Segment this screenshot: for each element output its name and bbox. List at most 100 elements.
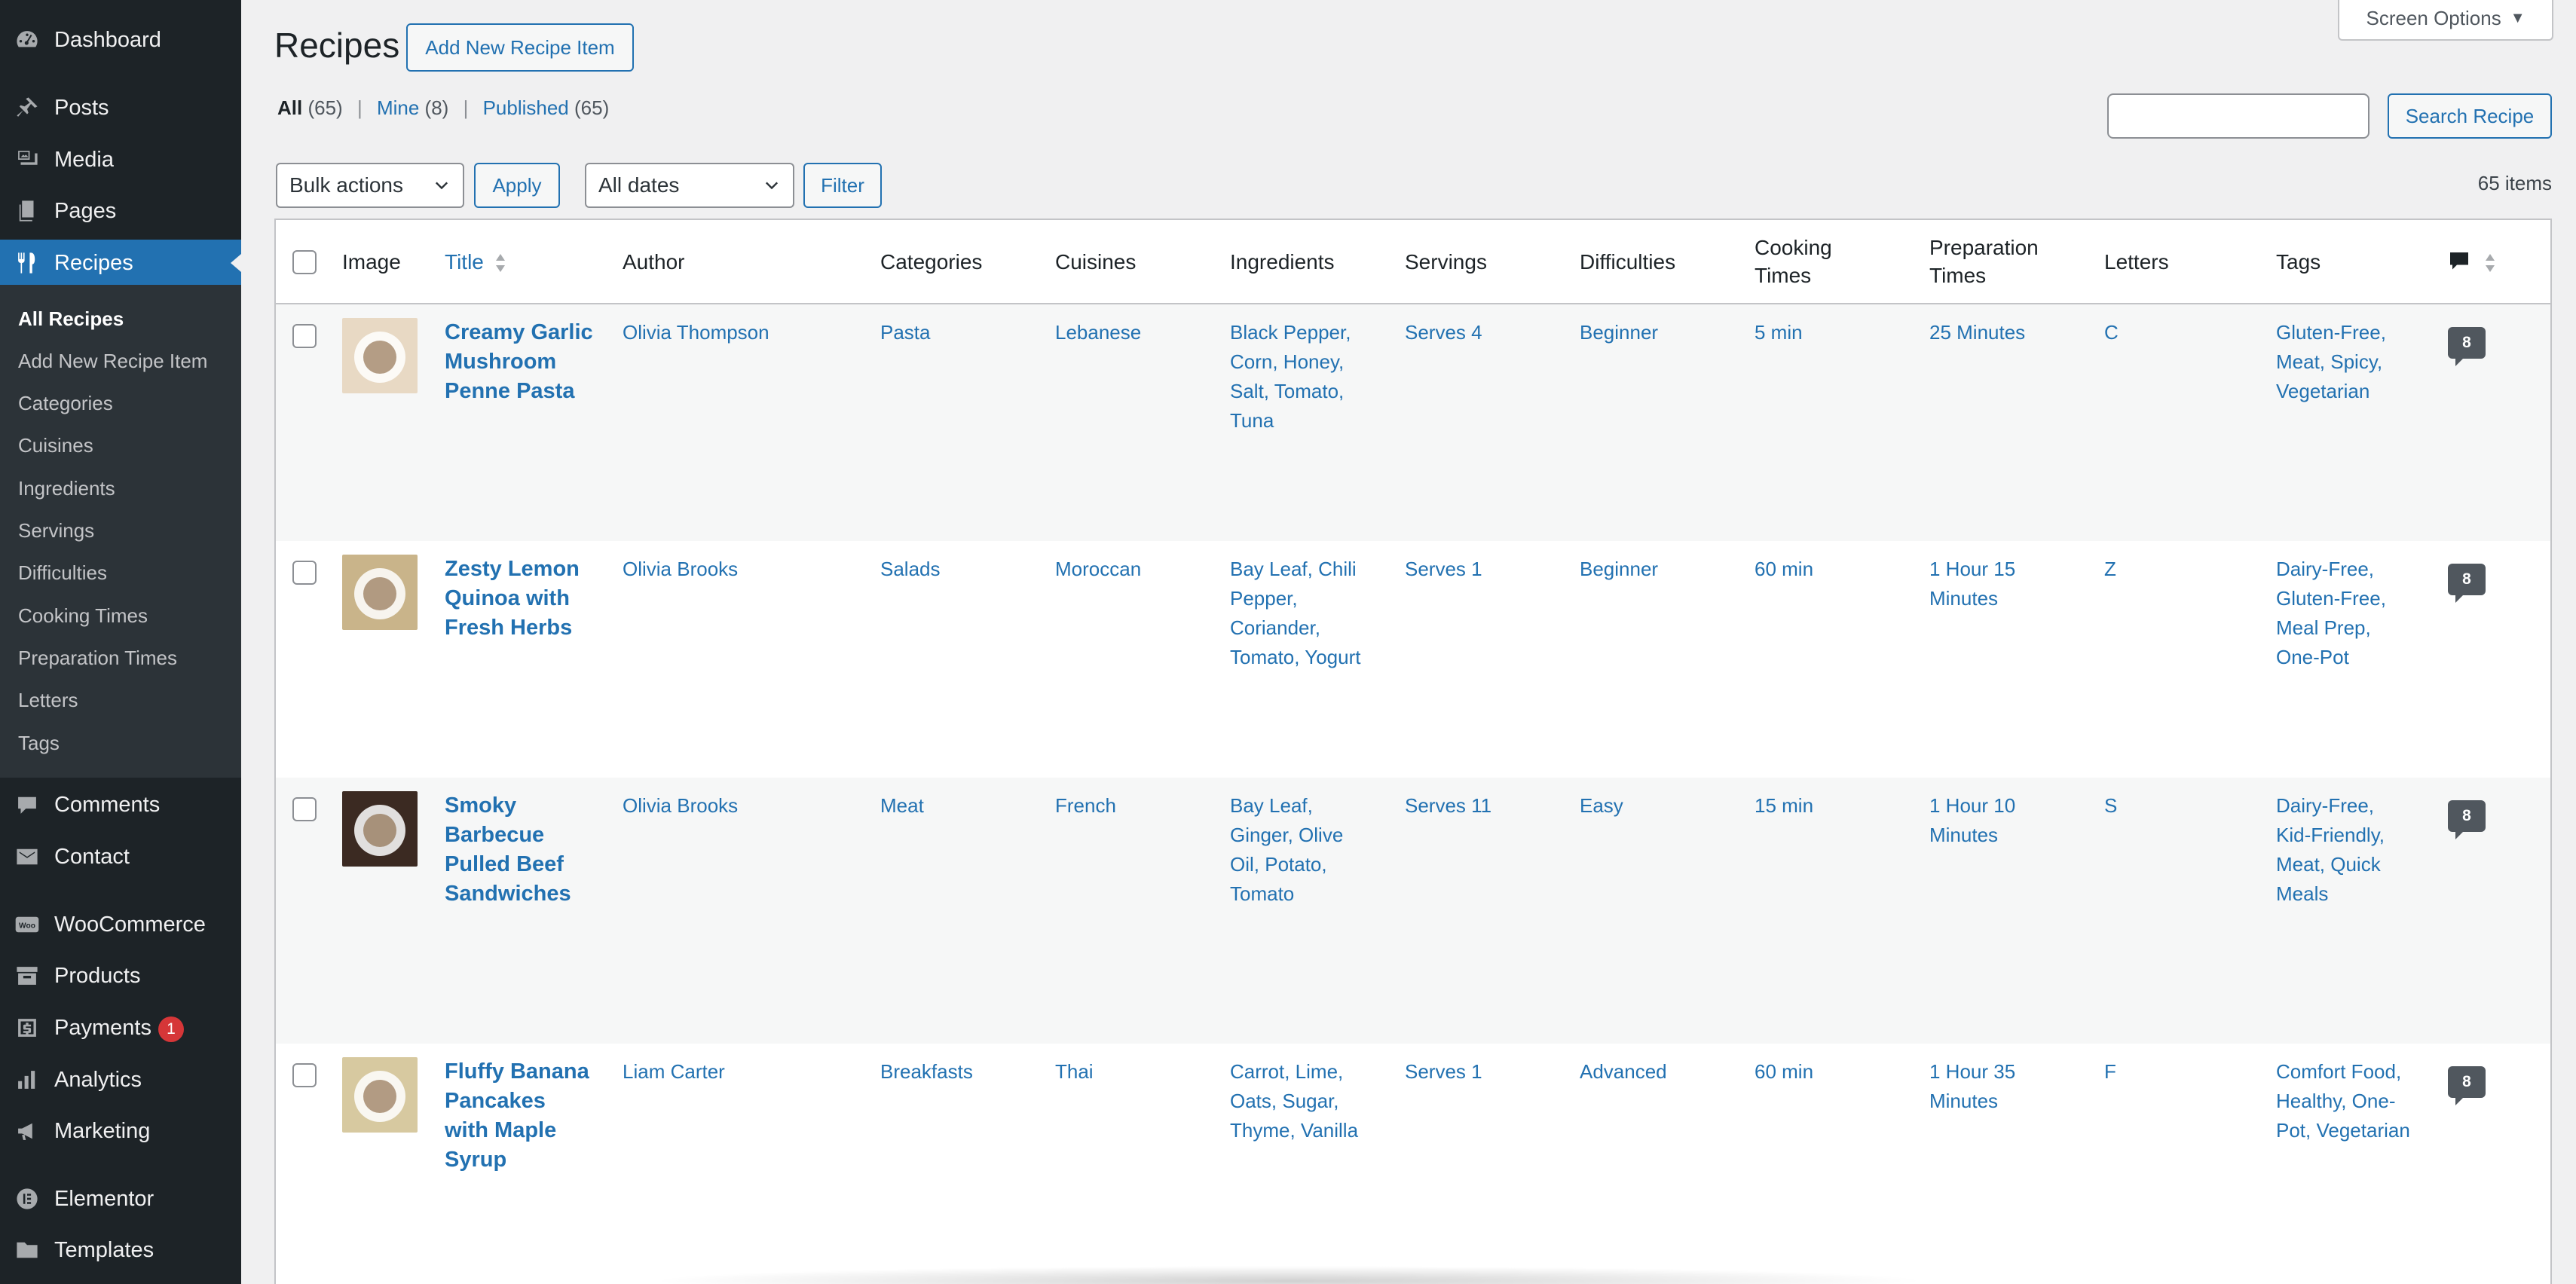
menu-contact[interactable]: Contact <box>0 833 241 880</box>
recipe-title-link-line[interactable]: Smoky <box>445 791 603 821</box>
ingredients-list-line[interactable]: Salt, Tomato, <box>1230 377 1397 406</box>
tags-list[interactable]: Dairy-Free, Kid-Friendly, Meat, Quick Meals <box>2276 791 2434 909</box>
row-checkbox[interactable] <box>292 797 317 821</box>
cooking-time-link[interactable]: 60 min <box>1755 555 1920 584</box>
cuisine-link[interactable]: Thai <box>1055 1057 1221 1087</box>
difficulty-link[interactable]: Advanced <box>1580 1057 1745 1087</box>
author-link[interactable]: Olivia Brooks <box>623 555 864 584</box>
submenu-cooking-times[interactable]: Cooking Times <box>18 604 148 628</box>
view-published-link[interactable]: Published <box>483 96 569 119</box>
add-new-recipe-button[interactable]: Add New Recipe Item <box>406 23 634 72</box>
ingredients-list-line[interactable]: Ginger, Olive <box>1230 821 1397 850</box>
comment-count-badge[interactable]: 8 <box>2448 800 2486 839</box>
submenu-add-new-recipe-item[interactable]: Add New Recipe Item <box>18 350 207 373</box>
servings-link[interactable]: Serves 4 <box>1405 318 1571 347</box>
category-link[interactable]: Breakfasts <box>880 1057 1046 1087</box>
row-checkbox[interactable] <box>292 1063 317 1087</box>
apply-button[interactable]: Apply <box>474 163 560 208</box>
preparation-time-link-line[interactable]: 1 Hour 35 <box>1929 1057 2095 1087</box>
ingredients-list-line[interactable]: Coriander, <box>1230 613 1397 643</box>
tags-list-line[interactable]: Healthy, One- <box>2276 1087 2434 1116</box>
ingredients-list-line[interactable]: Bay Leaf, <box>1230 791 1397 821</box>
screen-options-button[interactable]: Screen Options ▼ <box>2338 0 2553 41</box>
sort-arrows-icon[interactable] <box>494 252 506 274</box>
recipe-title-link[interactable]: Smoky Barbecue Pulled Beef Sandwiches <box>445 791 603 909</box>
tags-list[interactable]: Gluten-Free, Meat, Spicy, Vegetarian <box>2276 318 2434 406</box>
tags-list-line[interactable]: One-Pot <box>2276 643 2434 672</box>
ingredients-list-line[interactable]: Oil, Potato, <box>1230 850 1397 879</box>
category-link[interactable]: Salads <box>880 555 1046 584</box>
tags-list-line[interactable]: Vegetarian <box>2276 377 2434 406</box>
preparation-time-link-line[interactable]: Minutes <box>1929 821 2095 850</box>
recipe-title-link-line[interactable]: Fresh Herbs <box>445 613 603 643</box>
row-checkbox[interactable] <box>292 324 317 348</box>
ingredients-list[interactable]: Carrot, Lime, Oats, Sugar, Thyme, Vanilla <box>1230 1057 1397 1145</box>
preparation-time-link-line[interactable]: 1 Hour 10 <box>1929 791 2095 821</box>
tags-list-line[interactable]: Gluten-Free, <box>2276 584 2434 613</box>
cooking-time-link[interactable]: 5 min <box>1755 318 1920 347</box>
submenu-categories[interactable]: Categories <box>18 392 113 415</box>
tags-list-line[interactable]: Meals <box>2276 879 2434 909</box>
menu-woocommerce[interactable]: Woo WooCommerce <box>0 901 241 948</box>
recipe-title-link[interactable]: Zesty Lemon Quinoa with Fresh Herbs <box>445 555 603 643</box>
tags-list-line[interactable]: Dairy-Free, <box>2276 555 2434 584</box>
cooking-time-link[interactable]: 15 min <box>1755 791 1920 821</box>
recipe-title-link-line[interactable]: Barbecue <box>445 821 603 850</box>
ingredients-list[interactable]: Bay Leaf, Chili Pepper, Coriander, Tomato, … <box>1230 555 1397 672</box>
bulk-actions-select[interactable]: Bulk actions <box>276 163 464 208</box>
menu-recipes[interactable]: Recipes <box>0 240 241 286</box>
ingredients-list-line[interactable]: Thyme, Vanilla <box>1230 1116 1397 1145</box>
recipe-thumbnail[interactable] <box>342 555 418 630</box>
tags-list-line[interactable]: Meal Prep, <box>2276 613 2434 643</box>
menu-pages[interactable]: Pages <box>0 188 241 234</box>
recipe-title-link-line[interactable]: Penne Pasta <box>445 377 603 406</box>
recipe-title-link-line[interactable]: with Maple <box>445 1116 603 1145</box>
sort-arrows-icon[interactable] <box>2484 252 2496 274</box>
letter-link[interactable]: F <box>2104 1057 2255 1087</box>
menu-posts[interactable]: Posts <box>0 84 241 131</box>
submenu-cuisines[interactable]: Cuisines <box>18 434 93 457</box>
cooking-time-link[interactable]: 60 min <box>1755 1057 1920 1087</box>
category-link[interactable]: Meat <box>880 791 1046 821</box>
servings-link[interactable]: Serves 1 <box>1405 1057 1571 1087</box>
servings-link[interactable]: Serves 11 <box>1405 791 1571 821</box>
menu-analytics[interactable]: Analytics <box>0 1056 241 1103</box>
ingredients-list-line[interactable]: Tomato <box>1230 879 1397 909</box>
preparation-time-link-line[interactable]: Minutes <box>1929 584 2095 613</box>
comment-count-badge[interactable]: 8 <box>2448 564 2486 603</box>
cuisine-link[interactable]: Moroccan <box>1055 555 1221 584</box>
submenu-ingredients[interactable]: Ingredients <box>18 477 115 500</box>
preparation-time-link-line[interactable]: 25 Minutes <box>1929 318 2095 347</box>
comment-count-badge[interactable]: 8 <box>2448 327 2486 366</box>
ingredients-list[interactable]: Bay Leaf, Ginger, Olive Oil, Potato, Tomato <box>1230 791 1397 909</box>
tags-list-line[interactable]: Meat, Quick <box>2276 850 2434 879</box>
ingredients-list-line[interactable]: Tuna <box>1230 406 1397 436</box>
ingredients-list-line[interactable]: Pepper, <box>1230 584 1397 613</box>
menu-media[interactable]: Media <box>0 136 241 183</box>
ingredients-list-line[interactable]: Carrot, Lime, <box>1230 1057 1397 1087</box>
submenu-preparation-times[interactable]: Preparation Times <box>18 647 177 670</box>
recipe-thumbnail[interactable] <box>342 791 418 867</box>
row-checkbox[interactable] <box>292 561 317 585</box>
ingredients-list-line[interactable]: Corn, Honey, <box>1230 347 1397 377</box>
recipe-title-link-line[interactable]: Fluffy Banana <box>445 1057 603 1087</box>
tags-list-line[interactable]: Meat, Spicy, <box>2276 347 2434 377</box>
cuisine-link[interactable]: Lebanese <box>1055 318 1221 347</box>
category-link[interactable]: Pasta <box>880 318 1046 347</box>
menu-elementor[interactable]: Elementor <box>0 1175 241 1222</box>
tags-list-line[interactable]: Pot, Vegetarian <box>2276 1116 2434 1145</box>
recipe-thumbnail[interactable] <box>342 1057 418 1133</box>
recipe-title-link-line[interactable]: Sandwiches <box>445 879 603 909</box>
difficulty-link[interactable]: Easy <box>1580 791 1745 821</box>
submenu-letters[interactable]: Letters <box>18 689 78 712</box>
preparation-time-link[interactable]: 1 Hour 35 Minutes <box>1929 1057 2095 1116</box>
menu-templates[interactable]: Templates <box>0 1227 241 1273</box>
author-link[interactable]: Olivia Brooks <box>623 791 864 821</box>
menu-comments[interactable]: Comments <box>0 781 241 828</box>
preparation-time-link-line[interactable]: Minutes <box>1929 1087 2095 1116</box>
submenu-tags[interactable]: Tags <box>18 732 60 755</box>
recipe-title-link-line[interactable]: Quinoa with <box>445 584 603 613</box>
ingredients-list-line[interactable]: Tomato, Yogurt <box>1230 643 1397 672</box>
select-all-checkbox[interactable] <box>292 250 317 274</box>
ingredients-list[interactable]: Black Pepper, Corn, Honey, Salt, Tomato, Tu… <box>1230 318 1397 436</box>
